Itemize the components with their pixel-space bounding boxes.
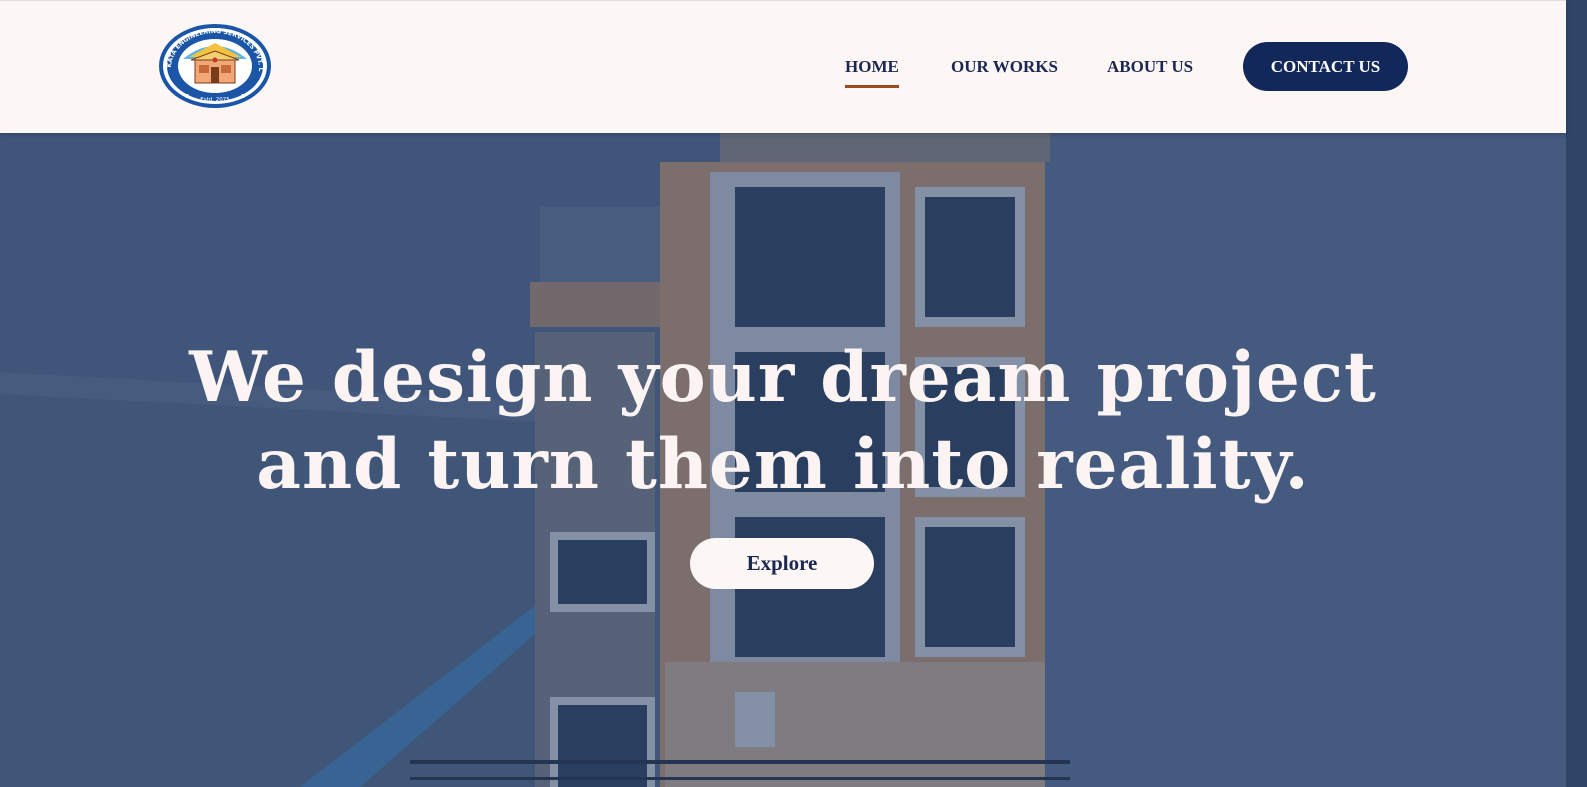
explore-button[interactable]: Explore [690, 538, 874, 589]
logo-emblem-icon: SANKATA ENGINEERING SERVICES PVT. LTD. E… [154, 18, 271, 108]
company-logo[interactable]: SANKATA ENGINEERING SERVICES PVT. LTD. E… [154, 18, 273, 109]
nav-about-us-link[interactable]: ABOUT US [1107, 57, 1193, 77]
hero-title: We design your dream project and turn th… [0, 334, 1566, 508]
nav-our-works-link[interactable]: OUR WORKS [951, 57, 1058, 77]
svg-text:Estd. 2075: Estd. 2075 [200, 97, 230, 103]
hero-title-line-2: and turn them into reality. [256, 424, 1310, 505]
site-header: SANKATA ENGINEERING SERVICES PVT. LTD. E… [0, 0, 1566, 133]
contact-us-button[interactable]: CONTACT US [1243, 42, 1408, 91]
hero-title-line-1: We design your dream project [189, 337, 1377, 418]
scrollbar-track[interactable] [1566, 0, 1587, 787]
nav-home-link[interactable]: HOME [845, 57, 899, 88]
hero-section: We design your dream project and turn th… [0, 132, 1566, 787]
